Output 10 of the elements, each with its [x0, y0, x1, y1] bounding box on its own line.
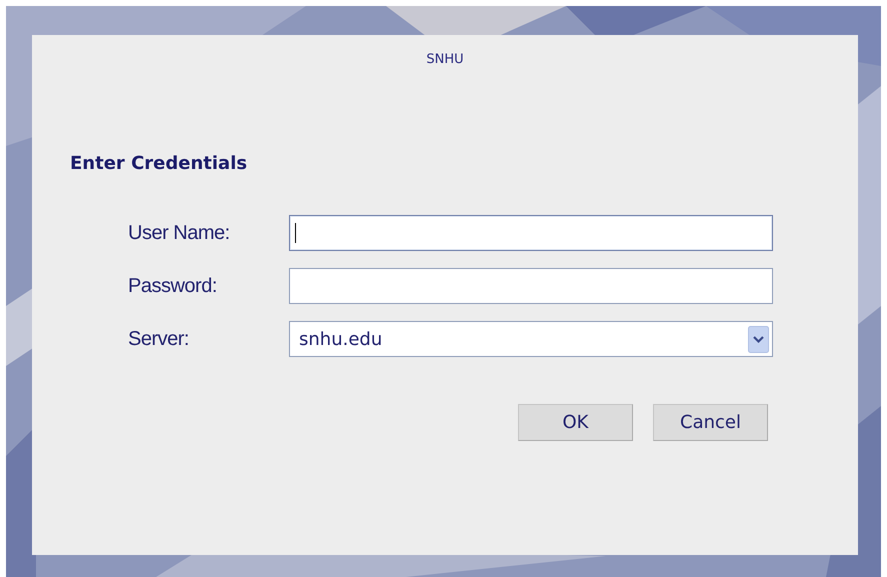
field-label: Server: — [128, 328, 190, 350]
server-dropdown[interactable]: snhu.edu — [289, 321, 773, 357]
dialog-title: Enter Credentials — [70, 153, 248, 174]
field-label: Password: — [128, 274, 218, 298]
password-field[interactable] — [289, 268, 773, 304]
ok-button[interactable]: OK — [518, 404, 633, 441]
dialog-header: SNHU — [426, 52, 464, 67]
username-field[interactable] — [289, 215, 773, 251]
field-label: User Name: — [128, 222, 231, 244]
cancel-button[interactable]: Cancel — [653, 404, 768, 441]
